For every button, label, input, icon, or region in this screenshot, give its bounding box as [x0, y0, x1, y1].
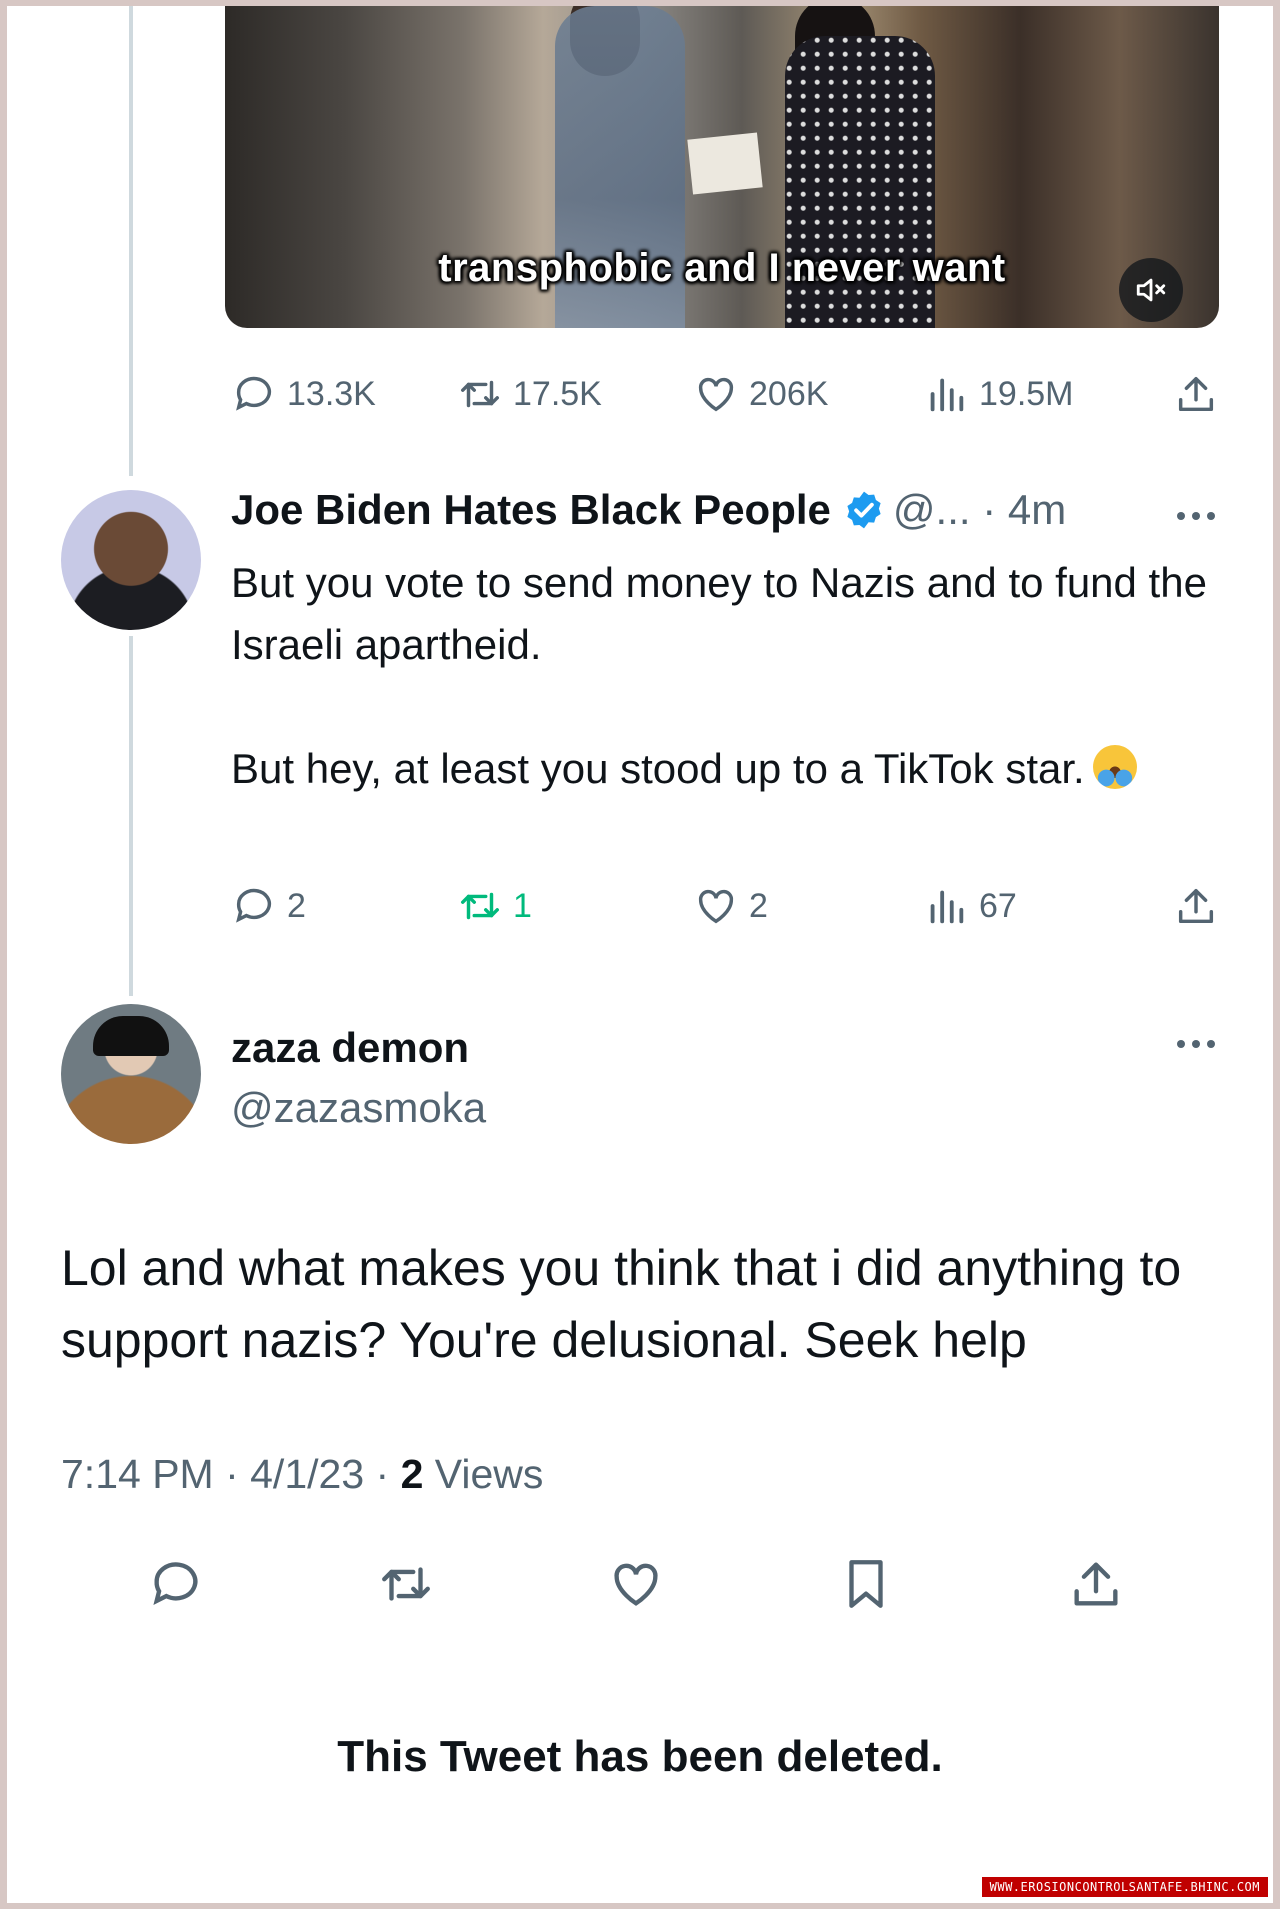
heart-icon [698, 889, 734, 924]
reply-button[interactable]: 13.3K [231, 364, 376, 424]
reply-icon [236, 888, 272, 923]
retweet-icon [461, 380, 499, 408]
thread-line [129, 6, 133, 476]
bookmark-button[interactable] [837, 1552, 895, 1616]
heart-icon [614, 1563, 658, 1606]
reply-count: 2 [287, 886, 306, 925]
views-count: 67 [979, 886, 1017, 925]
reply-paragraph-text: But hey, at least you stood up to a TikT… [231, 745, 1085, 792]
more-options-icon[interactable] [1171, 1034, 1221, 1054]
reply-icon [153, 1562, 198, 1605]
display-name[interactable]: Joe Biden Hates Black People [231, 486, 831, 534]
reply-paragraph: But you vote to send money to Nazis and … [231, 559, 1207, 668]
views-chart-icon [930, 890, 964, 924]
thread-line [129, 636, 133, 996]
bookmark-icon [849, 1560, 883, 1608]
video-player[interactable]: transphobic and I never want [225, 6, 1219, 328]
reply-text: But you vote to send money to Nazis and … [231, 552, 1221, 800]
like-count: 2 [749, 886, 768, 925]
share-button[interactable] [1067, 1552, 1125, 1616]
watermark: WWW.EROSIONCONTROLSANTAFE.BHINC.COM [981, 1877, 1268, 1897]
handle[interactable]: @zazasmoka [231, 1084, 486, 1132]
video-caption: transphobic and I never want [438, 246, 1006, 290]
share-icon [1178, 376, 1214, 412]
handle-and-time: @... · 4m [892, 486, 1067, 533]
retweet-icon [382, 1567, 430, 1601]
deleted-tweet-notice: This Tweet has been deleted. [337, 1732, 943, 1781]
share-icon [1074, 1562, 1118, 1606]
views-chart-icon [930, 378, 964, 412]
main-tweet-text: Lol and what makes you think that i did … [61, 1240, 1182, 1368]
original-tweet-actions: 13.3K 17.5K 206K 19.5M [231, 364, 1227, 424]
more-options-icon[interactable] [1171, 506, 1221, 526]
speaker-muted-icon [1136, 278, 1166, 302]
like-button[interactable]: 206K [693, 364, 828, 424]
like-button[interactable]: 2 [693, 876, 768, 936]
views-count: 19.5M [979, 374, 1074, 413]
retweet-button[interactable]: 17.5K [457, 364, 602, 424]
views-button[interactable]: 67 [923, 876, 1017, 936]
views-label: Views [423, 1451, 544, 1497]
views-button[interactable]: 19.5M [923, 364, 1074, 424]
retweet-button[interactable] [377, 1552, 435, 1616]
reply-author-line: Joe Biden Hates Black People @... · 4m [231, 486, 1066, 534]
verified-badge-icon [847, 491, 881, 529]
reply-icon [236, 376, 272, 411]
avatar[interactable] [61, 490, 201, 630]
reply-tweet-actions: 2 1 2 67 [231, 876, 1227, 936]
screenshot-frame: transphobic and I never want 13.3K 17.5K… [7, 6, 1273, 1903]
share-icon [1178, 888, 1214, 924]
share-button[interactable] [1173, 364, 1219, 424]
retweet-icon [461, 892, 499, 920]
reply-button[interactable]: 2 [231, 876, 306, 936]
retweet-button[interactable]: 1 [457, 876, 532, 936]
retweet-count: 1 [513, 886, 532, 925]
tears-of-joy-emoji-icon [1092, 745, 1137, 789]
retweet-count: 17.5K [513, 374, 602, 413]
avatar[interactable] [61, 1004, 201, 1144]
time-date: 7:14 PM · 4/1/23 · [61, 1451, 401, 1497]
reply-button[interactable] [147, 1552, 205, 1616]
main-tweet-actions [147, 1552, 1147, 1616]
heart-icon [698, 377, 734, 412]
display-name[interactable]: zaza demon [231, 1024, 469, 1072]
like-count: 206K [749, 374, 829, 413]
reply-paragraph-2: But hey, at least you stood up to a TikT… [231, 738, 1221, 800]
like-button[interactable] [607, 1552, 665, 1616]
mute-button[interactable] [1119, 258, 1183, 322]
views-count: 2 [400, 1451, 424, 1497]
tweet-timestamp: 7:14 PM · 4/1/23 · 2 Views [61, 1451, 543, 1498]
reply-count: 13.3K [287, 374, 376, 413]
video-frame-detail [687, 132, 763, 195]
share-button[interactable] [1173, 876, 1219, 936]
